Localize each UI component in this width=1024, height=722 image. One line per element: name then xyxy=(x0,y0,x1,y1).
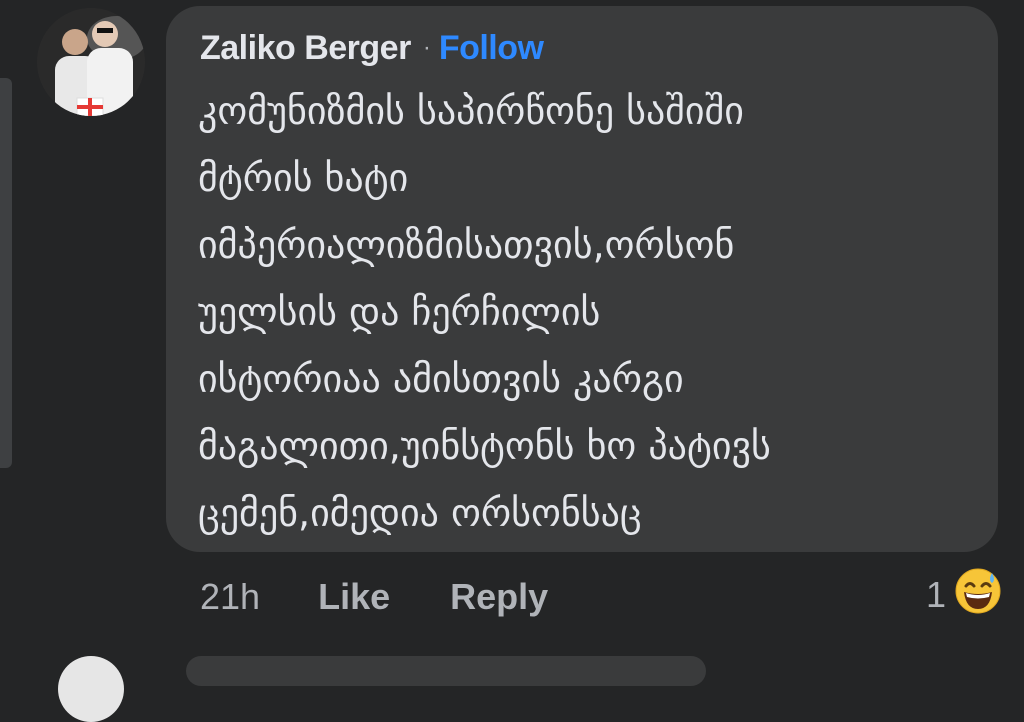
thread-line xyxy=(0,78,12,468)
comment-line: მტრის ხატი xyxy=(198,156,409,200)
comment-line: მაგალითი,უინსტონს ხო პატივს xyxy=(198,424,771,468)
avatar-photo xyxy=(37,8,145,116)
avatar[interactable] xyxy=(37,8,145,116)
follow-button[interactable]: Follow xyxy=(439,29,544,68)
next-comment-avatar[interactable] xyxy=(58,656,124,722)
timestamp[interactable]: 21h xyxy=(200,576,260,618)
reaction-count: 1 xyxy=(925,574,946,615)
grinning-sweat-emoji-icon xyxy=(954,567,1002,624)
reply-button[interactable]: Reply xyxy=(450,576,548,618)
comment-line: იმპერიალიზმისათვის,ორსონ xyxy=(198,223,735,267)
comment-text: კომუნიზმის საპირწონე საშიში მტრის ხატი ი… xyxy=(198,78,978,547)
comment-line: ცემენ,იმედია ორსონსაც xyxy=(198,491,642,535)
comment-line: უელსის და ჩერჩილის xyxy=(198,290,601,334)
comment-line: კომუნიზმის საპირწონე საშიში xyxy=(198,89,744,133)
comment-header: Zaliko Berger · Follow xyxy=(200,28,544,68)
author-name[interactable]: Zaliko Berger xyxy=(200,29,411,68)
separator-dot: · xyxy=(422,34,431,61)
like-button[interactable]: Like xyxy=(318,576,390,618)
comment-line: ისტორიაა ამისთვის კარგი xyxy=(198,357,684,401)
reaction-summary[interactable]: 1 xyxy=(925,568,1002,620)
comment-actions: 21h Like Reply xyxy=(200,572,548,622)
next-comment-bubble xyxy=(186,656,706,686)
